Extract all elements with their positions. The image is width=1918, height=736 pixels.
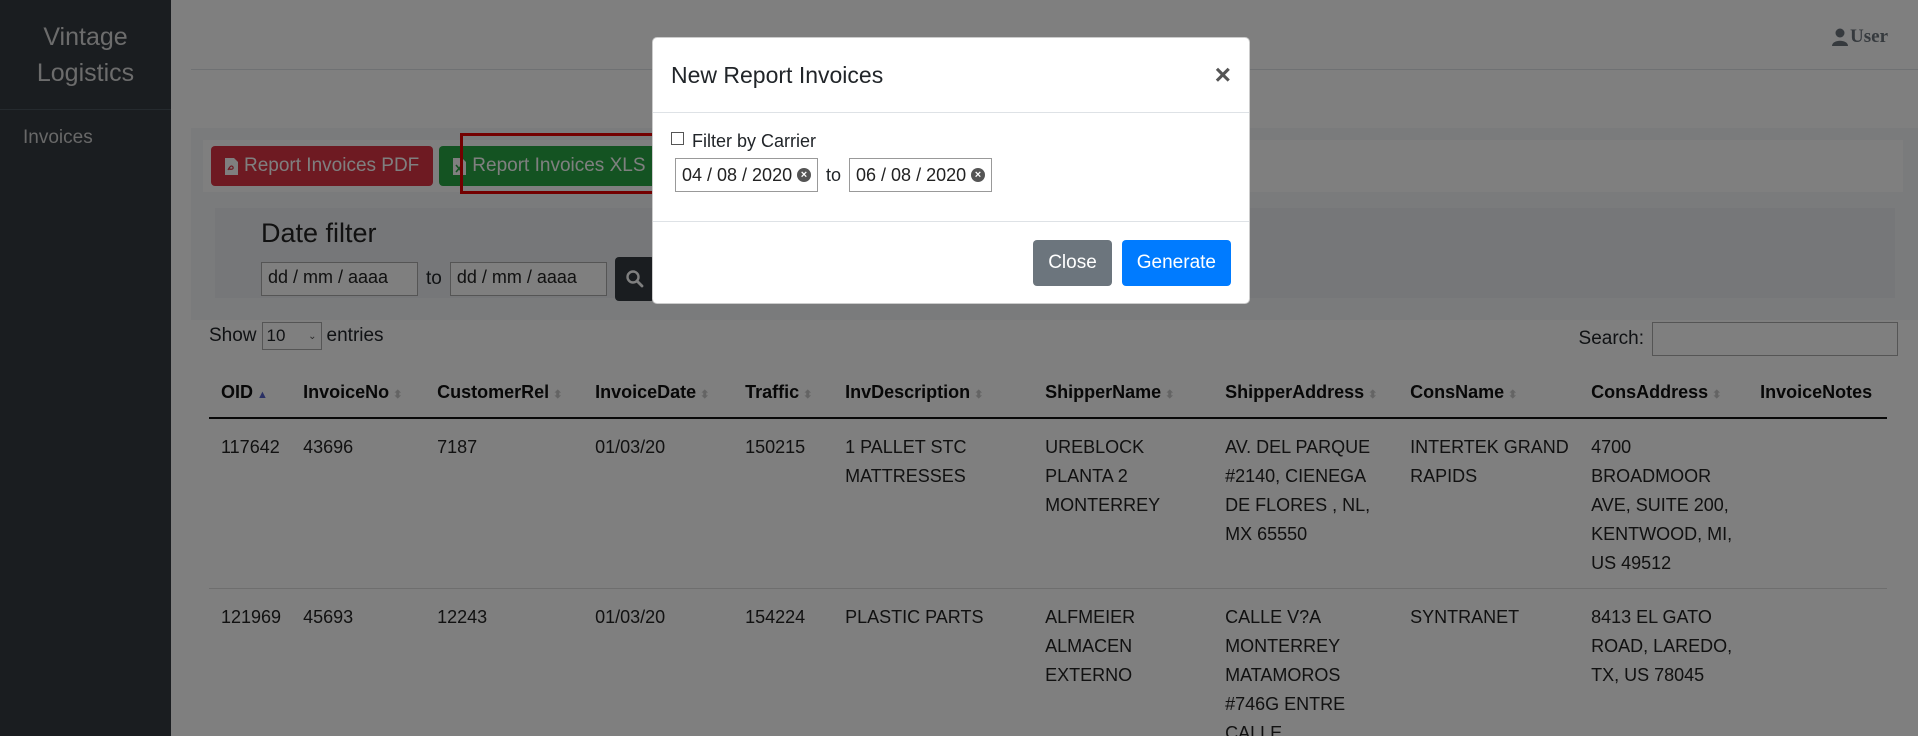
report-from-date-value: 04 / 08 / 2020 bbox=[682, 164, 793, 185]
close-icon[interactable]: × bbox=[1215, 61, 1231, 89]
clear-icon[interactable]: × bbox=[797, 168, 811, 182]
report-to-date-input[interactable]: 06 / 08 / 2020 × bbox=[849, 158, 993, 192]
generate-button[interactable]: Generate bbox=[1121, 240, 1231, 286]
clear-icon[interactable]: × bbox=[971, 168, 986, 182]
report-from-date-input[interactable]: 04 / 08 / 2020 × bbox=[675, 158, 818, 192]
modal-title: New Report Invoices bbox=[671, 61, 884, 88]
modal-header: New Report Invoices × bbox=[653, 38, 1249, 113]
modal-footer: Close Generate bbox=[653, 222, 1249, 304]
report-to-date-value: 06 / 08 / 2020 bbox=[856, 164, 967, 185]
filter-by-carrier-checkbox[interactable] bbox=[671, 132, 684, 145]
close-button[interactable]: Close bbox=[1033, 240, 1112, 286]
modal-body: Filter by Carrier 04 / 08 / 2020 × to 06… bbox=[653, 113, 1249, 222]
new-report-modal: New Report Invoices × Filter by Carrier … bbox=[652, 37, 1250, 304]
filter-by-carrier-label: Filter by Carrier bbox=[692, 131, 817, 151]
report-to-label: to bbox=[826, 164, 842, 185]
